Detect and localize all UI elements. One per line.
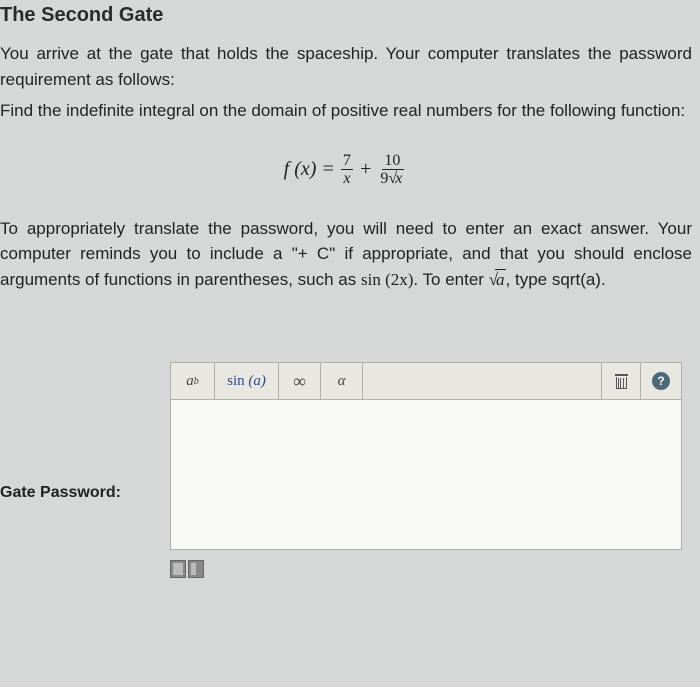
editor-toolbar: ab sin (a) ∞ α ?	[170, 362, 682, 400]
formula-lhs: f (x) =	[284, 158, 335, 181]
help-icon: ?	[652, 372, 670, 390]
equation-editor: ab sin (a) ∞ α ?	[170, 362, 682, 550]
answer-input[interactable]	[170, 400, 682, 550]
sqrt-example: √a	[489, 270, 506, 289]
sin-function-button[interactable]: sin (a)	[215, 363, 279, 399]
infinity-button[interactable]: ∞	[279, 363, 321, 399]
instructions-text: To appropriately translate the password,…	[0, 216, 692, 293]
answer-label: Gate Password:	[0, 410, 170, 502]
alpha-button[interactable]: α	[321, 363, 363, 399]
exponent-button[interactable]: ab	[171, 363, 215, 399]
page-title: The Second Gate	[0, 4, 692, 27]
help-button[interactable]: ?	[641, 363, 681, 399]
fraction-1: 7 x	[341, 152, 353, 188]
plus-sign: +	[359, 158, 373, 181]
mode-icon-2[interactable]	[188, 560, 204, 578]
sin-example: sin (2x)	[361, 270, 413, 289]
mode-icon-1[interactable]	[170, 560, 186, 578]
formula-display: f (x) = 7 x + 10 9√x	[0, 152, 692, 188]
clear-button[interactable]	[601, 363, 641, 399]
fraction-2: 10 9√x	[378, 152, 406, 188]
intro-text: You arrive at the gate that holds the sp…	[0, 41, 692, 92]
trash-icon	[615, 374, 628, 389]
toolbar-spacer	[363, 363, 601, 399]
footer-icons	[170, 560, 692, 578]
question-prompt: Find the indefinite integral on the doma…	[0, 98, 692, 124]
